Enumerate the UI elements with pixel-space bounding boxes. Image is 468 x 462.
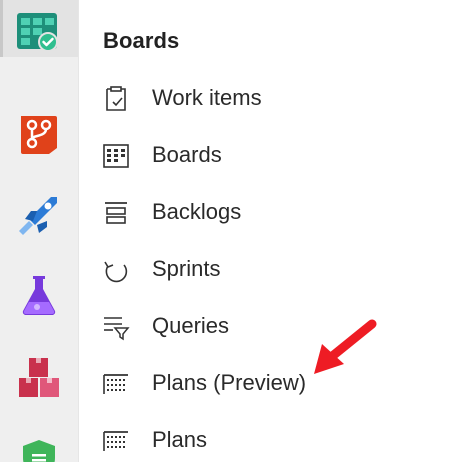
menu-item-label: Plans (Preview): [152, 370, 307, 395]
menu-item-work-items[interactable]: Work items: [79, 73, 468, 125]
menu-item-boards[interactable]: Boards: [79, 130, 468, 182]
artifacts-icon: [19, 358, 59, 397]
repos-icon: [21, 116, 57, 154]
menu-item-plans-preview[interactable]: Plans (Preview): [79, 358, 468, 410]
flyout-title: Boards: [103, 28, 180, 53]
menu-item-label: Boards: [152, 142, 222, 167]
menu-item-backlogs[interactable]: Backlogs: [79, 187, 468, 239]
menu-item-sprints[interactable]: Sprints: [79, 244, 468, 296]
azure-devops-nav: Boards Work items Boards Backlogs Sprint…: [0, 0, 468, 462]
service-rail: [0, 0, 79, 462]
rail-item-boards[interactable]: [0, 0, 78, 57]
annotation-arrow-icon: [314, 319, 377, 374]
backlogs-icon: [105, 202, 127, 224]
pipelines-icon: [19, 197, 57, 235]
sprints-icon: [104, 261, 128, 283]
menu-item-label: Work items: [152, 85, 262, 110]
work-items-icon: [106, 86, 126, 111]
test-plans-icon: [22, 276, 56, 316]
rail-item-test-plans[interactable]: [0, 263, 78, 320]
menu-item-label: Sprints: [152, 256, 221, 281]
rail-item-repos[interactable]: [0, 101, 78, 158]
plans-icon: [103, 374, 128, 394]
rail-item-pipelines[interactable]: [0, 180, 78, 237]
menu-item-plans[interactable]: Plans: [79, 415, 468, 462]
boards-icon: [17, 13, 58, 52]
boards-grid-icon: [103, 144, 129, 168]
rail-item-artifacts[interactable]: [0, 345, 78, 402]
security-icon: [23, 440, 55, 462]
plans-icon: [103, 431, 128, 451]
rail-item-security[interactable]: [0, 425, 78, 462]
menu-item-label: Backlogs: [152, 199, 242, 224]
boards-flyout-menu: Boards Work items Boards Backlogs Sprint…: [79, 0, 468, 462]
menu-item-queries[interactable]: Queries: [79, 301, 468, 353]
queries-icon: [104, 317, 130, 341]
menu-item-label: Queries: [152, 313, 230, 338]
menu-item-label: Plans: [152, 427, 208, 452]
